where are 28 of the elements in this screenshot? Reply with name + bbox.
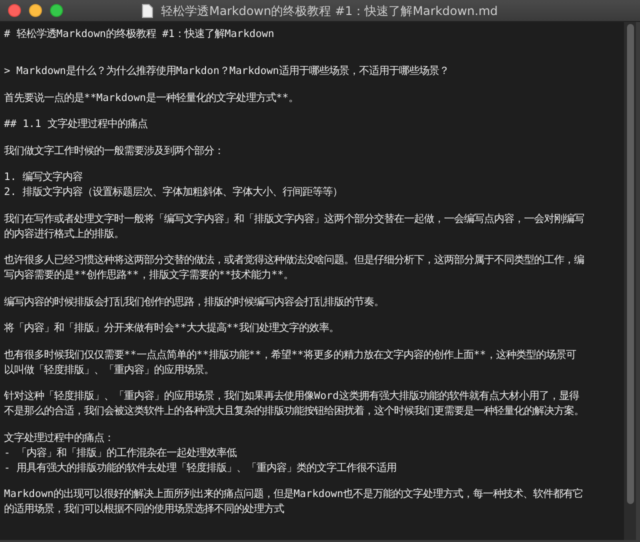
- text-line: 也有很多时候我们仅仅需要**一点点简单的**排版功能**，希望**将更多的精力放在文字内容的创作上面**，这种类型的场景可: [4, 348, 577, 362]
- text-line: 的内容进行格式上的排版。: [4, 226, 125, 242]
- text-line: 首先要说一点的是**Markdown是一种轻量化的文字处理方式**。: [4, 90, 300, 106]
- text-line: 写内容需要的是**创作思路**，排版文字需要的**技术能力**。: [4, 268, 295, 283]
- text-line: 将「内容」和「排版」分开来做有时会**大大提高**我们处理文字的效率。: [4, 321, 340, 336]
- text-line: 的适用场景，我们可以根据不同的使用场景选择不同的处理方式: [4, 502, 285, 517]
- text-line: ## 1.1 文字处理过程中的痛点: [4, 117, 148, 132]
- text-line: 我们做文字工作时候的一般需要涉及到两个部分：: [4, 144, 225, 158]
- text-line: 编写内容的时候排版会打乱我们创作的思路，排版的时候编写内容会打乱排版的节奏。: [4, 294, 385, 310]
- text-line: 我们在写作或者处理文字时一般将「编写文字内容」和「排版文字内容」这两个部分交替在一起做，一会编写点内容，一会对刚编写: [4, 212, 585, 226]
- scrollbar[interactable]: [624, 22, 636, 540]
- text-line: - 「内容」和「排版」的工作混杂在一起处理效率低: [4, 446, 238, 460]
- text-line: 1. 编写文字内容: [4, 170, 84, 185]
- text-line: # 轻松学透Markdown的终极教程 #1：快速了解Markdown: [4, 27, 276, 42]
- text-line: Markdown的出现可以很好的解决上面所列出来的痛点问题，但是Markdown也不是万能的文字处理方式，每一种技术、软件都有它: [4, 487, 584, 502]
- close-button[interactable]: [8, 4, 21, 17]
- text-line: - 用具有强大的排版功能的软件去处理「轻度排版」、「重内容」类的文字工作很不适用: [4, 460, 398, 476]
- text-line: 也许很多人已经习惯这种将这两部分交替的做法，或者觉得这种做法没啥问题。但是仔细分析下，这两部分属于不同类型的工作，编: [4, 253, 585, 268]
- text-line: 以叫做「轻度排版」、「重内容」的应用场景。: [4, 362, 215, 378]
- text-line: > Markdown是什么？为什么推荐使用Markdon？Markdown适用于哪些场景，不适用于哪些场景？: [4, 64, 450, 79]
- text-line: 针对这种「轻度排版」、「重内容」的应用场景，我们如果再去使用像Word这类拥有强大排版功能的软件就有点大材小用了，显得: [4, 389, 580, 404]
- text-line: 不是那么的合适，我们会被这类软件上的各种强大且复杂的排版功能按钮给困扰着，这个时候我们更需要是一种轻量化的解决方案。: [4, 404, 585, 419]
- document-icon: [142, 4, 154, 18]
- window-title: 轻松学透Markdown的终极教程 #1：快速了解Markdown.md: [161, 2, 498, 20]
- zoom-button[interactable]: [50, 4, 63, 17]
- text-line: 文字处理过程中的痛点：: [4, 430, 115, 446]
- minimize-button[interactable]: [29, 4, 42, 17]
- text-line: 2. 排版文字内容（设置标题层次、字体加粗斜体、字体大小、行间距等等）: [4, 185, 344, 200]
